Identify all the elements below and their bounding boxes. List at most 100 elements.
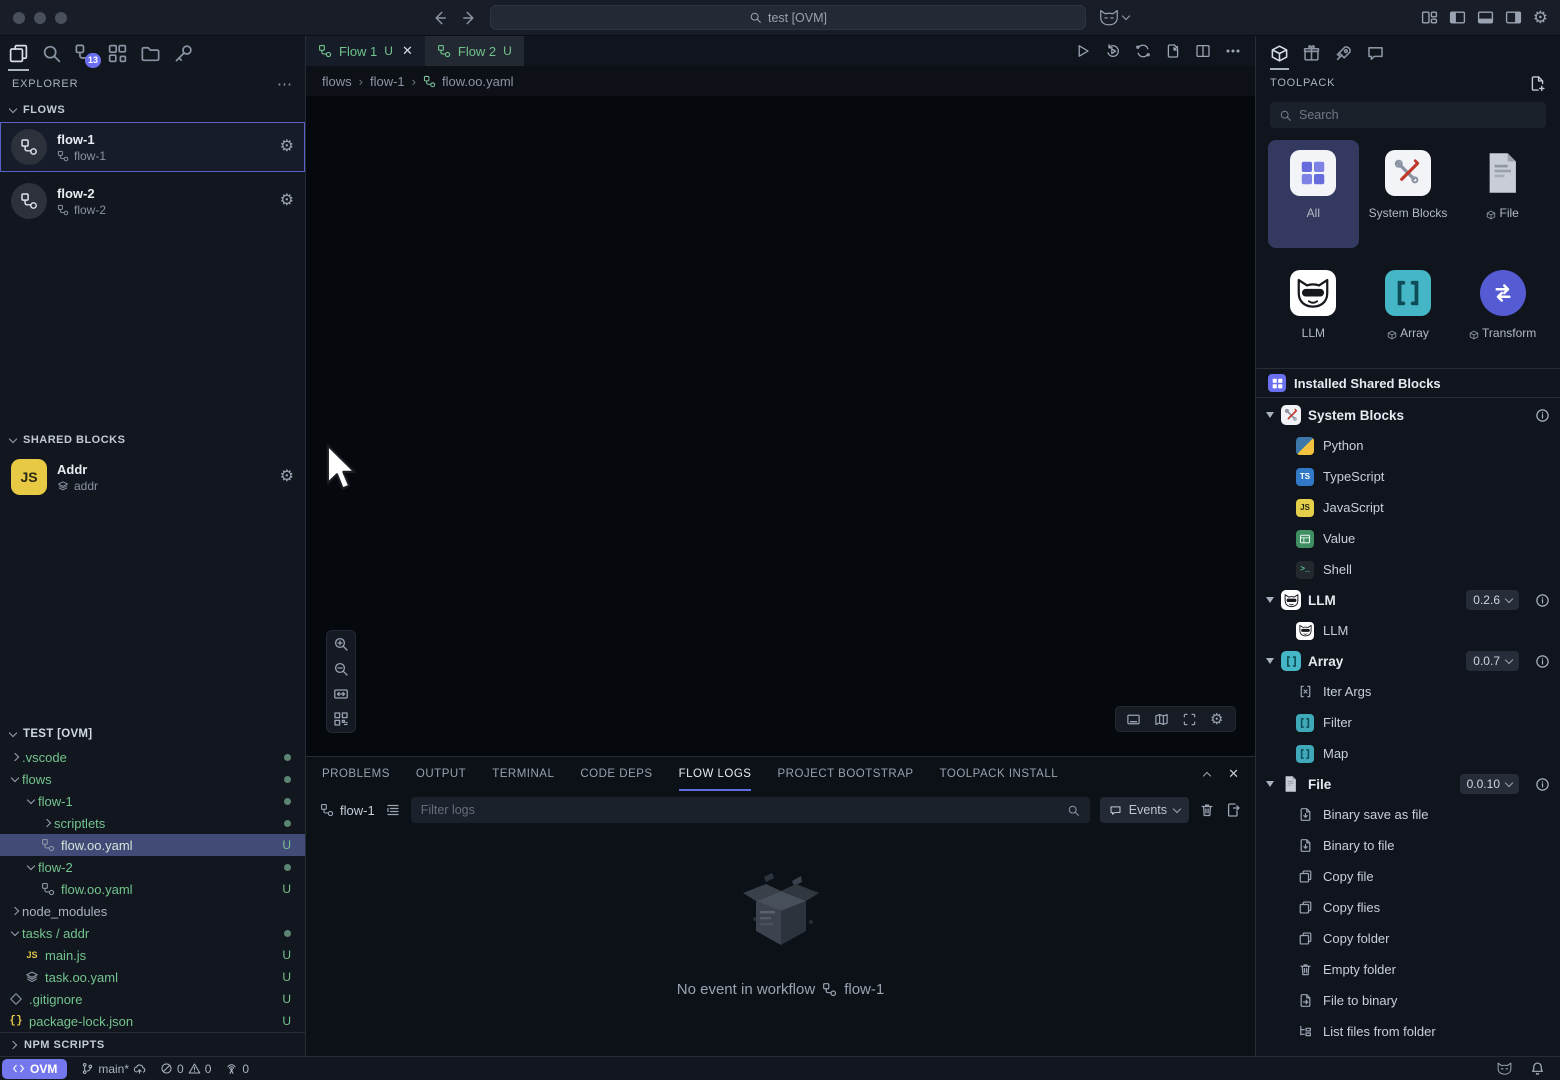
block-item[interactable]: Binary to file — [1256, 830, 1560, 861]
tree-row[interactable]: flow-2 — [0, 856, 305, 878]
tree-row[interactable]: tasks / addr — [0, 922, 305, 944]
toolpack-icon[interactable] — [1270, 44, 1289, 63]
panel-tab-project-bootstrap[interactable]: PROJECT BOOTSTRAP — [777, 757, 913, 791]
fit-view-icon[interactable] — [333, 686, 349, 702]
block-item[interactable]: Binary save as file — [1256, 799, 1560, 830]
panel-tab-output[interactable]: OUTPUT — [416, 757, 466, 791]
block-item[interactable]: Filter — [1256, 707, 1560, 738]
maximize-window-button[interactable] — [55, 12, 67, 24]
maximize-panel-icon[interactable] — [1203, 771, 1211, 779]
block-item[interactable]: File to binary — [1256, 985, 1560, 1016]
breadcrumb-item[interactable]: flow-1 — [370, 74, 405, 89]
toolpack-category-array[interactable]: Array — [1363, 260, 1454, 368]
toggle-secondary-sidebar-icon[interactable] — [1505, 9, 1522, 26]
flow-settings-gear-icon[interactable]: ⚙ — [280, 139, 294, 155]
editor-tab[interactable]: Flow 1U✕ — [306, 36, 425, 66]
info-icon[interactable] — [1535, 777, 1550, 792]
files-explorer-icon[interactable] — [8, 43, 29, 64]
tree-row[interactable]: flow.oo.yamlU — [0, 878, 305, 900]
breadcrumb-item[interactable]: flow.oo.yaml — [423, 74, 514, 89]
canvas-settings-gear-icon[interactable]: ⚙ — [1210, 712, 1225, 727]
chat-icon[interactable] — [1366, 44, 1385, 63]
toolpack-category-llm[interactable]: LLM — [1268, 260, 1359, 368]
block-item[interactable]: TSTypeScript — [1256, 461, 1560, 492]
block-item[interactable]: Copy folder — [1256, 923, 1560, 954]
toolpack-category-transform[interactable]: Transform — [1457, 260, 1548, 368]
flow-canvas[interactable]: ⚙ — [306, 96, 1255, 756]
info-icon[interactable] — [1535, 654, 1550, 669]
version-dropdown[interactable]: 0.0.7 — [1466, 651, 1519, 671]
block-item[interactable]: List files from folder — [1256, 1016, 1560, 1047]
zoom-in-icon[interactable] — [333, 636, 349, 652]
tree-row[interactable]: task.oo.yamlU — [0, 966, 305, 988]
version-dropdown[interactable]: 0.2.6 — [1466, 590, 1519, 610]
flows-icon[interactable]: 13 — [74, 43, 95, 64]
events-dropdown[interactable]: Events — [1100, 797, 1189, 823]
ports-status[interactable]: 0 — [225, 1062, 249, 1076]
more-actions-icon[interactable]: ⋯ — [277, 75, 293, 93]
block-group-header[interactable]: LLM0.2.6 — [1256, 585, 1560, 615]
block-group-header[interactable]: Array0.0.7 — [1256, 646, 1560, 676]
flow-settings-gear-icon[interactable]: ⚙ — [280, 193, 294, 209]
close-panel-icon[interactable]: ✕ — [1228, 766, 1239, 782]
notifications-bell-icon[interactable] — [1529, 1061, 1546, 1076]
minimize-window-button[interactable] — [34, 12, 46, 24]
open-changes-icon[interactable] — [1165, 43, 1181, 59]
block-item[interactable]: JSJavaScript — [1256, 492, 1560, 523]
close-window-button[interactable] — [13, 12, 25, 24]
ovm-menu[interactable] — [1098, 8, 1129, 27]
git-branch-status[interactable]: main* — [81, 1062, 146, 1076]
shared-blocks-section-header[interactable]: SHARED BLOCKS — [0, 428, 305, 452]
tree-row[interactable]: .vscode — [0, 746, 305, 768]
run-flow-icon[interactable] — [1075, 43, 1091, 59]
block-group-header[interactable]: System Blocks — [1256, 400, 1560, 430]
collapse-triangle-icon[interactable] — [1266, 597, 1274, 603]
shared-block-item[interactable]: JSAddraddr⚙ — [0, 452, 305, 502]
problems-status[interactable]: 0 0 — [160, 1062, 211, 1076]
blocks-icon[interactable] — [107, 43, 128, 64]
customize-layout-icon[interactable] — [1421, 9, 1438, 26]
zoom-out-icon[interactable] — [333, 661, 349, 677]
block-group-header[interactable]: File0.0.10 — [1256, 769, 1560, 799]
version-dropdown[interactable]: 0.0.10 — [1460, 774, 1519, 794]
extensions-gift-icon[interactable] — [1302, 44, 1321, 63]
tree-row[interactable]: node_modules — [0, 900, 305, 922]
forward-icon[interactable] — [461, 9, 479, 27]
sync-icon[interactable] — [1135, 43, 1151, 59]
toolpack-category-file[interactable]: File — [1457, 140, 1548, 248]
toolpack-search-field[interactable]: Search — [1270, 102, 1546, 128]
flow-selector[interactable]: flow-1 — [320, 803, 375, 818]
breadcrumb-item[interactable]: flows — [322, 74, 352, 89]
panel-tab-toolpack-install[interactable]: TOOLPACK INSTALL — [940, 757, 1059, 791]
flows-section-header[interactable]: FLOWS — [0, 98, 305, 122]
auto-layout-icon[interactable] — [333, 711, 349, 727]
shared-block-settings-gear-icon[interactable]: ⚙ — [280, 469, 294, 485]
info-icon[interactable] — [1535, 593, 1550, 608]
new-toolpack-icon[interactable] — [1529, 75, 1546, 92]
fox-icon[interactable] — [1496, 1061, 1513, 1076]
panel-tab-terminal[interactable]: TERMINAL — [492, 757, 554, 791]
tree-row[interactable]: JSmain.jsU — [0, 944, 305, 966]
log-view-mode-icon[interactable] — [385, 802, 401, 818]
more-actions-icon[interactable] — [1225, 43, 1241, 59]
close-tab-icon[interactable]: ✕ — [402, 43, 413, 59]
search-icon[interactable] — [41, 43, 62, 64]
panel-tab-problems[interactable]: PROBLEMS — [322, 757, 390, 791]
debug-run-icon[interactable] — [1105, 43, 1121, 59]
filter-logs-input[interactable] — [421, 803, 1067, 817]
deploy-rocket-icon[interactable] — [1334, 44, 1353, 63]
collapse-triangle-icon[interactable] — [1266, 658, 1274, 664]
block-item[interactable]: Python — [1256, 430, 1560, 461]
panel-tab-flow-logs[interactable]: FLOW LOGS — [679, 757, 752, 791]
fullscreen-icon[interactable] — [1182, 712, 1197, 727]
folder-icon[interactable] — [140, 43, 161, 64]
settings-gear-icon[interactable]: ⚙ — [1533, 9, 1548, 26]
tree-row[interactable]: {}package-lock.jsonU — [0, 1010, 305, 1032]
npm-scripts-section[interactable]: NPM SCRIPTS — [0, 1032, 305, 1056]
console-panel-icon[interactable] — [1126, 712, 1141, 727]
block-item[interactable]: >_Shell — [1256, 554, 1560, 585]
toolpack-category-system-blocks[interactable]: System Blocks — [1363, 140, 1454, 248]
block-item[interactable]: Map — [1256, 738, 1560, 769]
clear-logs-icon[interactable] — [1199, 802, 1215, 818]
tree-row[interactable]: flows — [0, 768, 305, 790]
